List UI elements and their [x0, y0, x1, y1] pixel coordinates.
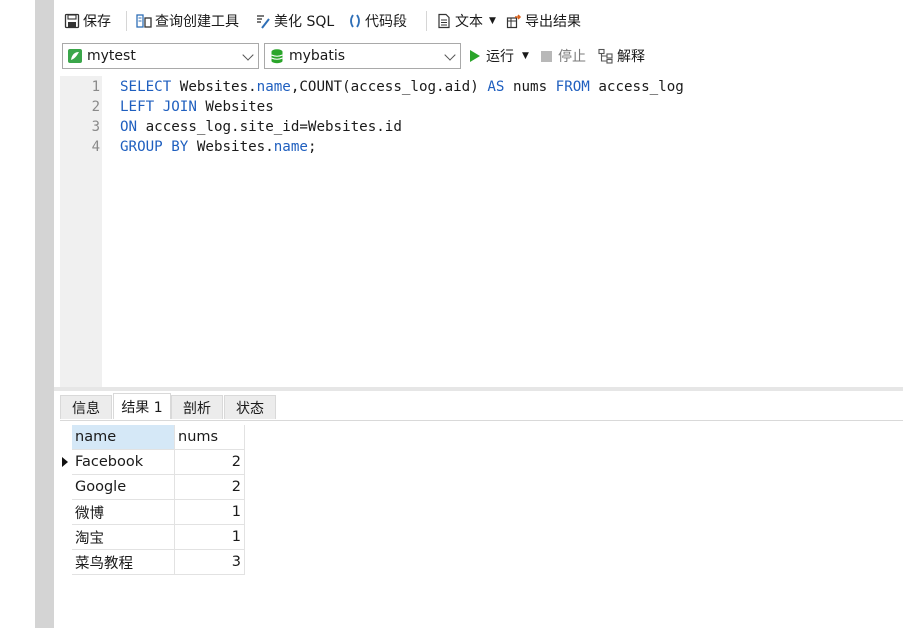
stop-button[interactable]: 停止	[541, 45, 586, 67]
database-select[interactable]: mybatis	[264, 43, 461, 69]
dropdown-arrow-icon: ▼	[489, 16, 496, 26]
toolbar-divider	[426, 11, 427, 31]
sql-keyword: SELECT	[120, 79, 172, 95]
line-number: 1	[91, 79, 100, 95]
text-mode-dropdown[interactable]: 文本 ▼	[436, 10, 496, 32]
chevron-down-icon	[242, 49, 254, 61]
document-icon	[436, 13, 452, 29]
tab-status[interactable]: 状态	[224, 395, 276, 419]
table-cell-name[interactable]: 淘宝	[72, 525, 175, 550]
connection-select[interactable]: mytest	[62, 43, 259, 69]
line-number: 3	[91, 119, 100, 135]
query-builder-button[interactable]: 查询创建工具	[136, 10, 239, 32]
chevron-down-icon	[444, 49, 456, 61]
database-name: mybatis	[289, 48, 346, 64]
sql-keyword: ON	[120, 119, 138, 135]
query-window: 保存 查询创建工具 美化 SQL 代码段 文本 ▼ 导出结果 mytest my…	[54, 0, 903, 628]
table-cell-name[interactable]: Facebook	[72, 450, 175, 475]
query-builder-icon	[136, 13, 152, 29]
connection-name: mytest	[87, 48, 136, 64]
beautify-icon	[255, 13, 271, 29]
sql-text: nums	[504, 79, 556, 95]
code-line: SELECT Websites.name,COUNT(access_log.ai…	[120, 79, 684, 95]
sql-text: Websites	[196, 99, 274, 115]
toolbar-divider	[126, 11, 127, 31]
left-margin	[0, 0, 35, 628]
run-label: 运行	[486, 49, 514, 65]
sql-text: access_log	[589, 79, 684, 95]
sql-keyword: name	[273, 139, 308, 155]
save-label: 保存	[83, 14, 111, 30]
tab-info[interactable]: 信息	[60, 395, 112, 419]
table-cell-name[interactable]: 菜鸟教程	[72, 550, 175, 575]
tab-result-1[interactable]: 结果 1	[113, 393, 171, 419]
table-cell-nums[interactable]: 2	[175, 450, 245, 475]
connection-bar: mytest mybatis 运行 ▼ 停止 解释	[54, 42, 903, 76]
tab-profile[interactable]: 剖析	[171, 395, 223, 419]
connection-icon	[67, 48, 83, 64]
line-number: 4	[91, 139, 100, 155]
code-line: ON access_log.site_id=Websites.id	[120, 119, 402, 135]
explain-button[interactable]: 解释	[598, 45, 645, 67]
sql-text: Websites.	[188, 139, 274, 155]
explain-icon	[598, 48, 614, 64]
table-cell-nums[interactable]: 1	[175, 525, 245, 550]
line-number: 2	[91, 99, 100, 115]
code-line: GROUP BY Websites.name;	[120, 139, 316, 155]
table-cell-name[interactable]: 微博	[72, 500, 175, 525]
save-button[interactable]: 保存	[64, 10, 111, 32]
object-panel-collapsed[interactable]	[35, 0, 54, 628]
code-line: LEFT JOIN Websites	[120, 99, 274, 115]
query-toolbar: 保存 查询创建工具 美化 SQL 代码段 文本 ▼ 导出结果	[54, 0, 903, 43]
dropdown-arrow-icon: ▼	[522, 51, 529, 61]
text-mode-label: 文本	[455, 14, 483, 30]
snippet-label: 代码段	[365, 14, 407, 30]
snippet-button[interactable]: 代码段	[348, 10, 407, 32]
table-cell-nums[interactable]: 2	[175, 475, 245, 500]
database-icon	[269, 48, 285, 64]
table-cell-nums[interactable]: 1	[175, 500, 245, 525]
sql-keyword: LEFT JOIN	[120, 99, 197, 115]
sql-text: Websites.	[171, 79, 257, 95]
sql-keyword: AS	[487, 79, 505, 95]
current-row-indicator-icon	[62, 457, 68, 467]
table-cell-nums[interactable]: 3	[175, 550, 245, 575]
run-button[interactable]: 运行 ▼	[470, 45, 529, 67]
pane-splitter[interactable]	[54, 387, 903, 391]
beautify-sql-label: 美化 SQL	[274, 14, 335, 30]
sql-keyword: GROUP BY	[120, 139, 189, 155]
sql-text: ;	[307, 139, 317, 155]
play-icon	[470, 50, 480, 62]
sql-editor[interactable]: 1234 SELECT Websites.name,COUNT(access_l…	[54, 76, 903, 387]
export-results-label: 导出结果	[525, 14, 581, 30]
column-header-nums[interactable]: nums	[175, 425, 245, 450]
sql-keyword: FROM	[555, 79, 590, 95]
sql-text: ,COUNT(access_log.aid)	[290, 79, 488, 95]
column-header-name[interactable]: name	[72, 425, 175, 450]
table-cell-name[interactable]: Google	[72, 475, 175, 500]
sql-keyword: name	[256, 79, 291, 95]
stop-icon	[541, 50, 552, 62]
result-tabs: 信息 结果 1 剖析 状态	[60, 393, 903, 421]
export-results-button[interactable]: 导出结果	[506, 10, 581, 32]
code-snippet-icon	[348, 13, 362, 29]
beautify-sql-button[interactable]: 美化 SQL	[255, 10, 334, 32]
stop-label: 停止	[558, 49, 586, 65]
save-icon	[64, 13, 80, 29]
query-builder-label: 查询创建工具	[155, 14, 239, 30]
sql-text: access_log.site_id=Websites.id	[137, 119, 402, 135]
explain-label: 解释	[617, 49, 645, 65]
export-icon	[506, 13, 522, 29]
